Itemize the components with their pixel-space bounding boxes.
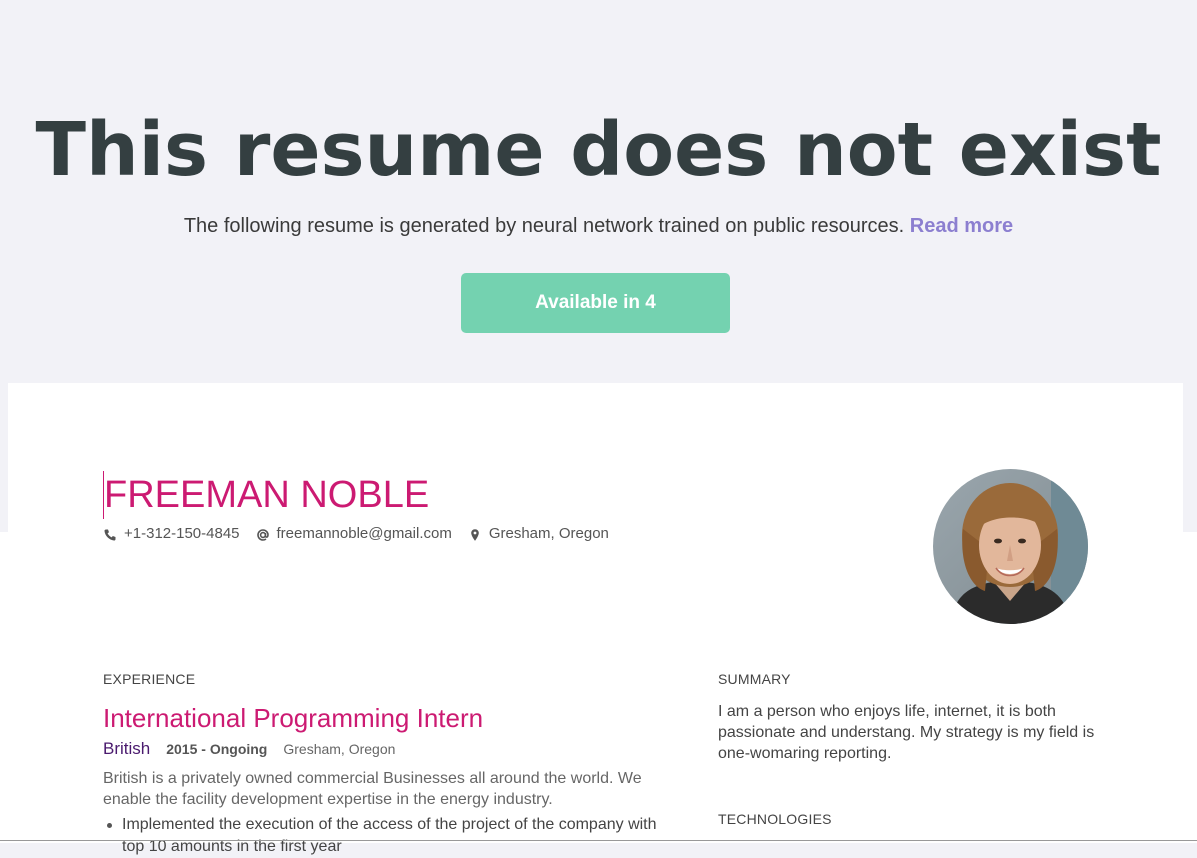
avatar (933, 469, 1088, 624)
summary-text: I am a person who enjoys life, internet,… (718, 703, 1095, 762)
subtitle-text: The following resume is generated by neu… (183, 215, 905, 237)
contact-email: freemannoble@gmail.com (256, 523, 452, 545)
available-button[interactable]: Available in 4 (461, 273, 730, 333)
phone-icon (103, 527, 117, 541)
job-description: British is a privately owned commercial … (103, 770, 642, 808)
map-pin-icon (468, 527, 482, 541)
job-bullets: Implemented the execution of the access … (103, 814, 663, 858)
bottom-divider (0, 840, 1197, 841)
hero-subtitle: The following resume is generated by neu… (0, 212, 1197, 240)
page-title: This resume does not exist (35, 107, 1162, 193)
resume-name: FREEMAN NOBLE (103, 471, 429, 519)
technologies-heading: TECHNOLOGIES (718, 811, 832, 827)
phone-text: +1-312-150-4845 (124, 525, 240, 542)
summary-heading: SUMMARY (718, 671, 791, 687)
read-more-link[interactable]: Read more (910, 215, 1013, 237)
contact-phone: +1-312-150-4845 (103, 523, 240, 545)
list-item: Implemented the execution of the access … (103, 814, 663, 858)
job-location: Gresham, Oregon (283, 741, 396, 757)
at-icon (256, 527, 270, 541)
job-title: International Programming Intern (103, 703, 484, 733)
resume-card: FREEMAN NOBLE +1-312-150-4845 freemannob… (8, 383, 1183, 855)
job-dates: 2015 - Ongoing (166, 741, 268, 757)
location-text: Gresham, Oregon (488, 525, 609, 542)
contact-row: +1-312-150-4845 freemannoble@gmail.com G… (103, 523, 625, 545)
hero-section: This resume does not exist The following… (0, 0, 1197, 383)
job-meta: British 2015 - Ongoing Gresham, Oregon (103, 739, 395, 759)
contact-location: Gresham, Oregon (468, 523, 609, 545)
company-name: British (103, 739, 151, 758)
experience-heading: EXPERIENCE (103, 671, 196, 687)
email-text: freemannoble@gmail.com (276, 525, 452, 542)
